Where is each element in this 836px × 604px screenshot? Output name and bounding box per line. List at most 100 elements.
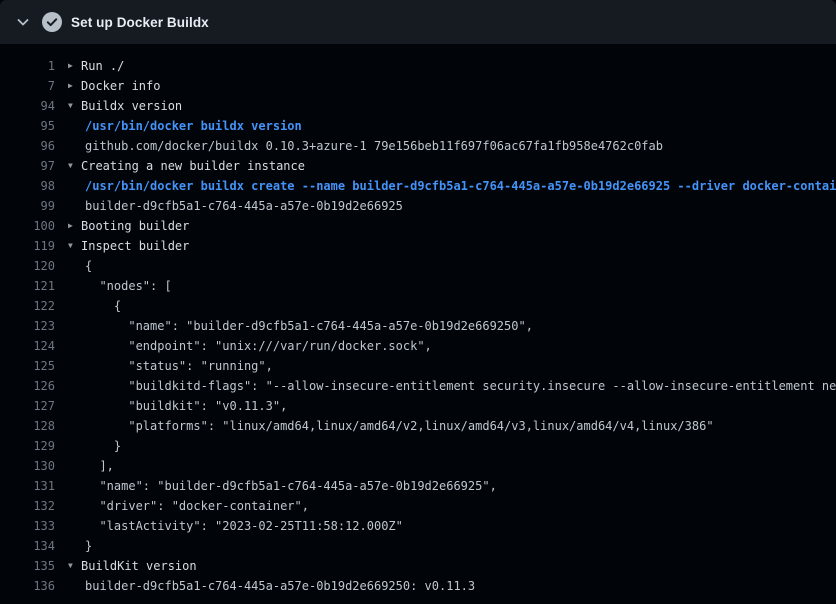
line-number[interactable]: 130 xyxy=(0,456,55,476)
group-title: Creating a new builder instance xyxy=(81,159,305,173)
log-line: 122 { xyxy=(0,296,836,316)
log-line: 7 ▶Docker info xyxy=(0,76,836,96)
log-output-text: "lastActivity": "2023-02-25T11:58:12.000… xyxy=(68,516,403,536)
line-number[interactable]: 126 xyxy=(0,376,55,396)
triangle-down-icon: ▼ xyxy=(68,556,81,576)
line-number[interactable]: 135 xyxy=(0,556,55,576)
log-line: 98/usr/bin/docker buildx create --name b… xyxy=(0,176,836,196)
log-line: 1 ▶Run ./ xyxy=(0,56,836,76)
log-line: 131 "name": "builder-d9cfb5a1-c764-445a-… xyxy=(0,476,836,496)
line-number[interactable]: 96 xyxy=(0,136,55,156)
group-title: Docker info xyxy=(81,79,160,93)
line-number[interactable]: 121 xyxy=(0,276,55,296)
triangle-right-icon: ▶ xyxy=(68,56,81,76)
log-output-text: } xyxy=(68,436,121,456)
line-number[interactable]: 99 xyxy=(0,196,55,216)
line-number[interactable]: 131 xyxy=(0,476,55,496)
log-line: 133 "lastActivity": "2023-02-25T11:58:12… xyxy=(0,516,836,536)
triangle-down-icon: ▼ xyxy=(68,156,81,176)
check-circle-icon xyxy=(42,12,62,32)
group-title: Run ./ xyxy=(81,59,124,73)
log-line: 125 "status": "running", xyxy=(0,356,836,376)
log-group-header[interactable]: ▶Run ./ xyxy=(68,56,124,76)
step-header-row[interactable]: Set up Docker Buildx xyxy=(0,0,836,44)
log-output-text: { xyxy=(68,256,92,276)
log-area: 1▶Run ./7▶Docker info94▼Buildx version95… xyxy=(0,44,836,596)
log-line: 127 "buildkit": "v0.11.3", xyxy=(0,396,836,416)
log-output-text: "nodes": [ xyxy=(68,276,172,296)
log-output-text: "endpoint": "unix:///var/run/docker.sock… xyxy=(68,336,432,356)
log-output-text: "platforms": "linux/amd64,linux/amd64/v2… xyxy=(68,416,714,436)
line-number[interactable]: 94 xyxy=(0,96,55,116)
line-number[interactable]: 128 xyxy=(0,416,55,436)
triangle-down-icon: ▼ xyxy=(68,96,81,116)
log-line: 126 "buildkitd-flags": "--allow-insecure… xyxy=(0,376,836,396)
log-command-text: /usr/bin/docker buildx create --name bui… xyxy=(68,176,836,196)
log-output-text: builder-d9cfb5a1-c764-445a-a57e-0b19d2e6… xyxy=(68,576,475,596)
log-line: 124 "endpoint": "unix:///var/run/docker.… xyxy=(0,336,836,356)
log-output-text: "driver": "docker-container", xyxy=(68,496,309,516)
log-group-header[interactable]: ▼Creating a new builder instance xyxy=(68,156,305,176)
line-number[interactable]: 120 xyxy=(0,256,55,276)
line-number[interactable]: 1 xyxy=(0,56,55,76)
line-number[interactable]: 7 xyxy=(0,76,55,96)
log-line: 99 builder-d9cfb5a1-c764-445a-a57e-0b19d2… xyxy=(0,196,836,216)
line-number[interactable]: 127 xyxy=(0,396,55,416)
log-line: 136 builder-d9cfb5a1-c764-445a-a57e-0b19d… xyxy=(0,576,836,596)
log-group-header[interactable]: ▼Buildx version xyxy=(68,96,182,116)
log-line: 94 ▼Buildx version xyxy=(0,96,836,116)
log-line: 96 github.com/docker/buildx 0.10.3+azure-… xyxy=(0,136,836,156)
chevron-down-icon[interactable] xyxy=(14,13,32,31)
line-number[interactable]: 97 xyxy=(0,156,55,176)
log-output-text: } xyxy=(68,536,92,556)
group-title: Booting builder xyxy=(81,219,189,233)
log-line: 130 ], xyxy=(0,456,836,476)
line-number[interactable]: 134 xyxy=(0,536,55,556)
log-line: 135 ▼BuildKit version xyxy=(0,556,836,576)
log-output-text: ], xyxy=(68,456,114,476)
line-number[interactable]: 119 xyxy=(0,236,55,256)
line-number[interactable]: 136 xyxy=(0,576,55,596)
log-line: 97 ▼Creating a new builder instance xyxy=(0,156,836,176)
triangle-right-icon: ▶ xyxy=(68,216,81,236)
log-output-text: "buildkitd-flags": "--allow-insecure-ent… xyxy=(68,376,836,396)
log-output-text: "buildkit": "v0.11.3", xyxy=(68,396,287,416)
line-number[interactable]: 123 xyxy=(0,316,55,336)
log-group-header[interactable]: ▼Inspect builder xyxy=(68,236,189,256)
log-command-text: /usr/bin/docker buildx version xyxy=(68,116,302,136)
line-number[interactable]: 125 xyxy=(0,356,55,376)
log-output-text: github.com/docker/buildx 0.10.3+azure-1 … xyxy=(68,136,663,156)
log-line: 120 { xyxy=(0,256,836,276)
line-number[interactable]: 132 xyxy=(0,496,55,516)
log-output-text: builder-d9cfb5a1-c764-445a-a57e-0b19d2e6… xyxy=(68,196,403,216)
log-output-text: "name": "builder-d9cfb5a1-c764-445a-a57e… xyxy=(68,476,497,496)
group-title: BuildKit version xyxy=(81,559,197,573)
line-number[interactable]: 133 xyxy=(0,516,55,536)
log-group-header[interactable]: ▼BuildKit version xyxy=(68,556,197,576)
log-output-text: { xyxy=(68,296,121,316)
line-number[interactable]: 95 xyxy=(0,116,55,136)
line-number[interactable]: 98 xyxy=(0,176,55,196)
line-number[interactable]: 100 xyxy=(0,216,55,236)
log-line: 121 "nodes": [ xyxy=(0,276,836,296)
log-output-text: "name": "builder-d9cfb5a1-c764-445a-a57e… xyxy=(68,316,533,336)
log-line: 100 ▶Booting builder xyxy=(0,216,836,236)
log-group-header[interactable]: ▶Booting builder xyxy=(68,216,189,236)
triangle-down-icon: ▼ xyxy=(68,236,81,256)
triangle-right-icon: ▶ xyxy=(68,76,81,96)
step-title: Set up Docker Buildx xyxy=(71,15,209,30)
log-line: 132 "driver": "docker-container", xyxy=(0,496,836,516)
log-line: 95/usr/bin/docker buildx version xyxy=(0,116,836,136)
group-title: Inspect builder xyxy=(81,239,189,253)
log-group-header[interactable]: ▶Docker info xyxy=(68,76,160,96)
log-line: 119 ▼Inspect builder xyxy=(0,236,836,256)
line-number[interactable]: 122 xyxy=(0,296,55,316)
line-number[interactable]: 124 xyxy=(0,336,55,356)
log-line: 134} xyxy=(0,536,836,556)
log-line: 123 "name": "builder-d9cfb5a1-c764-445a-… xyxy=(0,316,836,336)
log-output-text: "status": "running", xyxy=(68,356,273,376)
log-line: 128 "platforms": "linux/amd64,linux/amd6… xyxy=(0,416,836,436)
log-line: 129 } xyxy=(0,436,836,456)
line-number[interactable]: 129 xyxy=(0,436,55,456)
group-title: Buildx version xyxy=(81,99,182,113)
